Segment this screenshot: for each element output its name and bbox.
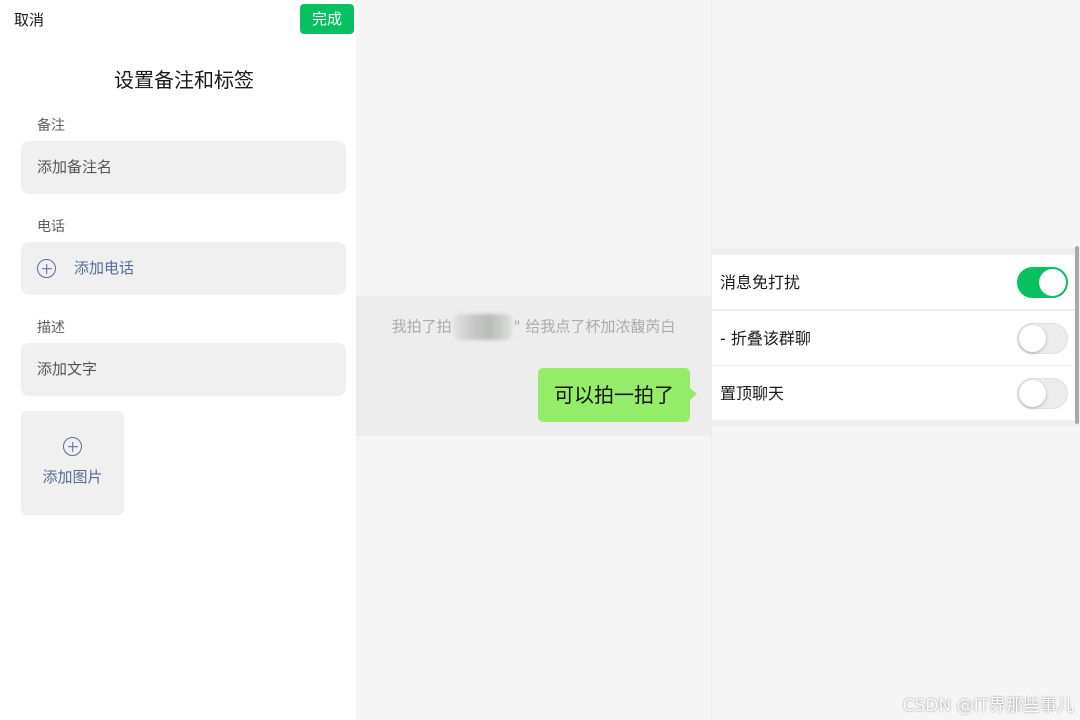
remark-input[interactable]: 添加备注名 bbox=[21, 141, 346, 194]
add-phone-label: 添加电话 bbox=[74, 259, 135, 277]
description-label: 描述 bbox=[37, 320, 65, 336]
pin-chat-toggle[interactable] bbox=[1017, 378, 1068, 409]
add-image-icon bbox=[63, 437, 82, 456]
pin-chat-label: 置顶聊天 bbox=[720, 384, 785, 403]
toggle-knob bbox=[1019, 380, 1046, 407]
system-message-prefix: 我拍了拍 bbox=[391, 317, 452, 336]
fold-group-toggle[interactable] bbox=[1017, 323, 1068, 354]
setting-row-fold-group: - 折叠该群聊 bbox=[712, 311, 1076, 366]
add-image-label: 添加图片 bbox=[42, 468, 103, 486]
setting-row-pin: 置顶聊天 bbox=[712, 366, 1076, 421]
phone-label: 电话 bbox=[37, 219, 65, 235]
toggle-knob bbox=[1019, 325, 1046, 352]
scrollbar[interactable] bbox=[1075, 246, 1079, 424]
description-input[interactable]: 添加文字 bbox=[21, 343, 346, 396]
fold-group-label: - 折叠该群聊 bbox=[720, 329, 811, 348]
add-image-button[interactable]: 添加图片 bbox=[21, 411, 124, 515]
outgoing-message-bubble[interactable]: 可以拍一拍了 bbox=[538, 368, 697, 422]
chat-message-area: 我拍了拍 " 给我点了杯加浓馥芮白 可以拍一拍了 bbox=[356, 296, 711, 436]
remark-editor-panel: 取消 完成 设置备注和标签 备注 添加备注名 电话 添加电话 描述 添加文字 添… bbox=[0, 0, 356, 720]
pat-system-message: 我拍了拍 " 给我点了杯加浓馥芮白 bbox=[356, 314, 711, 340]
cancel-button[interactable]: 取消 bbox=[14, 9, 44, 30]
setting-row-mute: 消息免打扰 bbox=[712, 255, 1076, 310]
chat-settings-panel: 消息免打扰 - 折叠该群聊 置顶聊天 bbox=[711, 0, 1080, 720]
mute-toggle[interactable] bbox=[1017, 267, 1068, 298]
page-title: 设置备注和标签 bbox=[114, 68, 254, 92]
done-button[interactable]: 完成 bbox=[300, 4, 354, 34]
watermark: CSDN @IT界那些事儿 bbox=[902, 696, 1074, 716]
settings-group: 消息免打扰 - 折叠该群聊 置顶聊天 bbox=[712, 248, 1080, 426]
add-phone-button[interactable]: 添加电话 bbox=[21, 242, 346, 295]
system-message-suffix: " 给我点了杯加浓馥芮白 bbox=[513, 317, 676, 336]
toggle-knob bbox=[1039, 269, 1066, 296]
add-circle-icon bbox=[37, 259, 56, 278]
mute-label: 消息免打扰 bbox=[720, 273, 801, 292]
chat-panel: 我拍了拍 " 给我点了杯加浓馥芮白 可以拍一拍了 bbox=[356, 0, 711, 720]
blurred-username bbox=[453, 314, 512, 340]
remark-label: 备注 bbox=[37, 118, 65, 134]
